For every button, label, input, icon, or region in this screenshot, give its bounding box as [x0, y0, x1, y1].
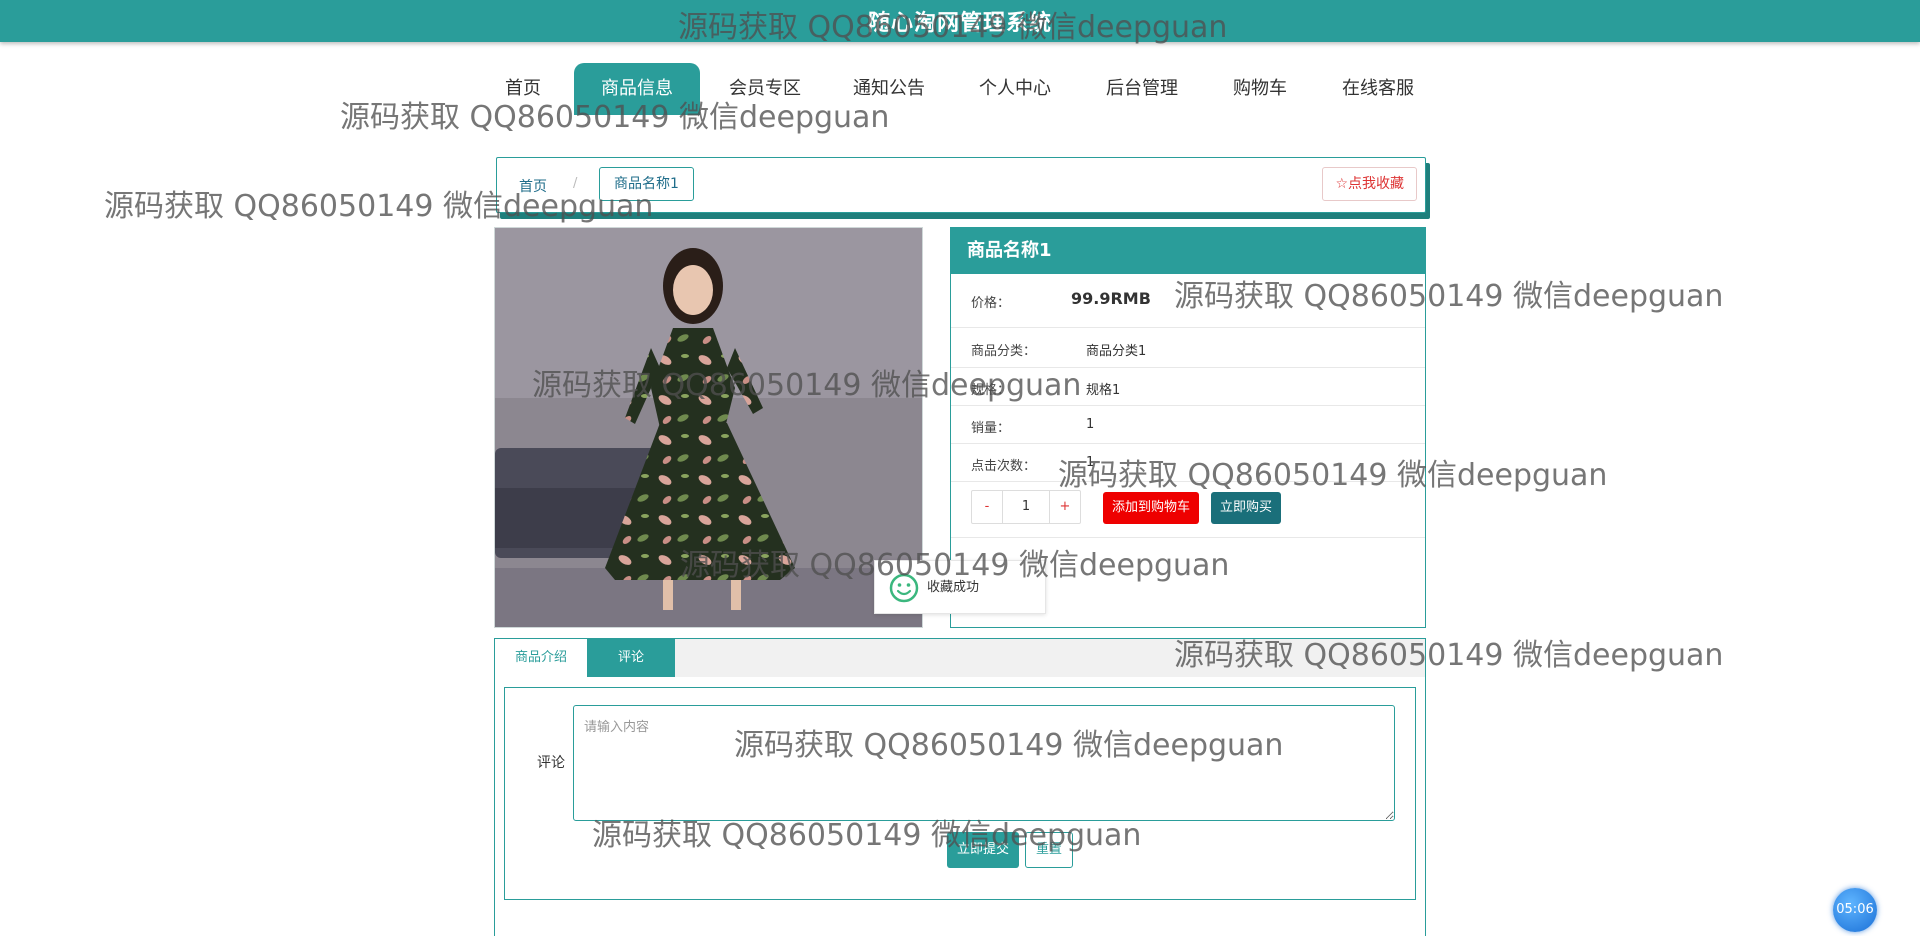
reset-button[interactable]: 重置: [1025, 832, 1074, 868]
spec-label: 规格：: [971, 383, 1011, 398]
quantity-input[interactable]: 1: [1002, 491, 1050, 523]
price-label: 价格：: [971, 296, 1011, 311]
main-nav: 首页 商品信息 会员专区 通知公告 个人中心 后台管理 购物车 在线客服: [0, 63, 1920, 115]
favorite-button[interactable]: ☆点我收藏: [1322, 167, 1417, 201]
toast-notification: 收藏成功: [874, 560, 1046, 614]
clicks-row: 点击次数： 1: [951, 444, 1425, 482]
quantity-minus-button[interactable]: -: [972, 491, 1002, 523]
breadcrumb-home[interactable]: 首页: [519, 176, 547, 196]
nav-item-members[interactable]: 会员专区: [720, 63, 810, 115]
sales-value: 1: [1086, 417, 1095, 432]
spec-value: 规格1: [1086, 383, 1121, 398]
quantity-plus-button[interactable]: +: [1050, 491, 1080, 523]
app-title: 随心淘网管理系统: [867, 11, 1052, 36]
timer-badge[interactable]: 05:06: [1833, 888, 1877, 932]
category-row: 商品分类： 商品分类1: [951, 328, 1425, 368]
buy-now-button[interactable]: 立即购买: [1211, 492, 1282, 524]
comment-input[interactable]: [573, 705, 1395, 821]
clicks-value: 1: [1086, 455, 1095, 470]
spec-row: 规格： 规格1: [951, 368, 1425, 406]
clicks-label: 点击次数：: [971, 459, 1037, 474]
product-photo: [495, 228, 922, 627]
price-row: 价格： 99.9RMB: [951, 274, 1425, 328]
toast-message: 收藏成功: [927, 580, 980, 595]
nav-item-profile[interactable]: 个人中心: [970, 63, 1060, 115]
nav-item-service[interactable]: 在线客服: [1333, 63, 1423, 115]
submit-button[interactable]: 立即提交: [947, 832, 1020, 868]
tab-comments[interactable]: 评论: [587, 639, 675, 677]
tab-intro[interactable]: 商品介绍: [495, 639, 587, 677]
quantity-stepper: - 1 +: [971, 490, 1081, 524]
category-value: 商品分类1: [1086, 344, 1147, 359]
sales-label: 销量：: [971, 421, 1011, 436]
breadcrumb-separator: /: [573, 176, 578, 191]
nav-item-admin[interactable]: 后台管理: [1097, 63, 1187, 115]
sales-row: 销量： 1: [951, 406, 1425, 444]
category-label: 商品分类：: [971, 344, 1037, 359]
price-value: 99.9RMB: [1071, 289, 1151, 308]
product-image: [494, 227, 923, 628]
nav-item-cart[interactable]: 购物车: [1222, 63, 1298, 115]
add-to-cart-button[interactable]: 添加到购物车: [1103, 492, 1200, 524]
top-bar: 随心淘网管理系统: [0, 0, 1920, 42]
breadcrumb-current[interactable]: 商品名称1: [599, 167, 694, 201]
breadcrumb: 首页 / 商品名称1 ☆点我收藏: [496, 157, 1426, 213]
nav-item-home[interactable]: 首页: [494, 63, 552, 115]
nav-item-products[interactable]: 商品信息: [574, 63, 700, 115]
smile-icon: [889, 573, 919, 603]
product-tabs: 商品介绍 评论 评论 立即提交 重置: [494, 638, 1426, 936]
tab-strip: 商品介绍 评论: [495, 639, 1425, 677]
nav-item-notices[interactable]: 通知公告: [844, 63, 934, 115]
comment-label: 评论: [537, 755, 565, 771]
comment-form: 评论 立即提交 重置: [504, 687, 1416, 900]
product-name: 商品名称1: [951, 228, 1425, 274]
